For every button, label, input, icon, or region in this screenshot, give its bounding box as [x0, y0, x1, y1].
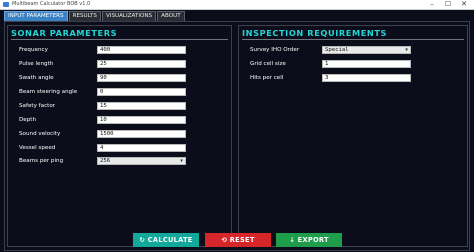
hits-per-cell-row: Hits per cell 3: [239, 74, 467, 83]
inspection-requirements-title: INSPECTION REQUIREMENTS: [242, 28, 388, 38]
grid-cell-size-label: Grid cell size: [250, 61, 286, 67]
survey-iho-order-select[interactable]: Special ▼: [322, 46, 411, 54]
tab-visualizations[interactable]: Visualizations: [101, 11, 157, 21]
frequency-input[interactable]: 400: [97, 46, 186, 54]
pulse-length-input[interactable]: 25: [97, 60, 186, 68]
pulse-length-row: Pulse length 25: [8, 60, 231, 69]
safety-factor-input[interactable]: 15: [97, 102, 186, 110]
grid-cell-size-input[interactable]: 1: [322, 60, 411, 68]
maximize-icon[interactable]: ☐: [440, 0, 456, 9]
minimize-icon[interactable]: –: [424, 0, 440, 9]
window-titlebar: Multibeam Calculator BOB v1.0 – ☐ ✕: [0, 0, 474, 10]
depth-input[interactable]: 10: [97, 116, 186, 124]
survey-iho-order-value: Special: [325, 47, 349, 53]
safety-factor-row: Safety factor 15: [8, 102, 231, 111]
app-icon: [3, 2, 9, 7]
sonar-parameters-title: SONAR PARAMETERS: [11, 28, 118, 38]
chevron-down-icon: ▼: [180, 159, 183, 164]
vessel-speed-input[interactable]: 4: [97, 144, 186, 152]
vessel-speed-row: Vessel speed 4: [8, 144, 231, 153]
hits-per-cell-input[interactable]: 3: [322, 74, 411, 82]
close-icon[interactable]: ✕: [456, 0, 472, 9]
inspection-requirements-group: INSPECTION REQUIREMENTS Survey IHO Order…: [238, 25, 468, 247]
beams-per-ping-row: Beams per ping 256 ▼: [8, 157, 231, 166]
hits-per-cell-label: Hits per cell: [250, 75, 284, 81]
depth-label: Depth: [19, 117, 37, 123]
beam-steering-angle-input[interactable]: 0: [97, 88, 186, 96]
frequency-row: Frequency 400: [8, 46, 231, 55]
grid-cell-size-row: Grid cell size 1: [239, 60, 467, 69]
frequency-label: Frequency: [19, 47, 48, 53]
sound-velocity-label: Sound velocity: [19, 131, 61, 137]
tab-results[interactable]: Results: [68, 11, 101, 21]
calculate-button[interactable]: ↻ CALCULATE: [133, 233, 199, 247]
divider: [242, 39, 464, 40]
divider: [11, 39, 228, 40]
export-button[interactable]: ↓ EXPORT: [276, 233, 342, 247]
survey-iho-order-label: Survey IHO Order: [250, 47, 300, 53]
tab-input-parameters[interactable]: Input Parameters: [4, 11, 68, 21]
sonar-parameters-group: SONAR PARAMETERS Frequency 400 Pulse len…: [7, 25, 232, 247]
sound-velocity-row: Sound velocity 1500: [8, 130, 231, 139]
reset-button[interactable]: ⟲ RESET: [205, 233, 271, 247]
sound-velocity-input[interactable]: 1500: [97, 130, 186, 138]
vessel-speed-label: Vessel speed: [19, 145, 56, 151]
swath-angle-input[interactable]: 90: [97, 74, 186, 82]
beams-per-ping-value: 256: [100, 158, 111, 164]
tab-about[interactable]: About: [157, 11, 185, 21]
swath-angle-label: Swath angle: [19, 75, 54, 81]
tab-bar: Input Parameters Results Visualizations …: [4, 11, 185, 21]
beam-steering-angle-label: Beam steering angle: [19, 89, 78, 95]
depth-row: Depth 10: [8, 116, 231, 125]
survey-iho-order-row: Survey IHO Order Special ▼: [239, 46, 467, 55]
chevron-down-icon: ▼: [405, 48, 408, 53]
swath-angle-row: Swath angle 90: [8, 74, 231, 83]
beams-per-ping-label: Beams per ping: [19, 158, 64, 164]
beam-steering-angle-row: Beam steering angle 0: [8, 88, 231, 97]
beams-per-ping-select[interactable]: 256 ▼: [97, 157, 186, 165]
pulse-length-label: Pulse length: [19, 61, 54, 67]
safety-factor-label: Safety factor: [19, 103, 56, 109]
window-title: Multibeam Calculator BOB v1.0: [12, 1, 91, 7]
